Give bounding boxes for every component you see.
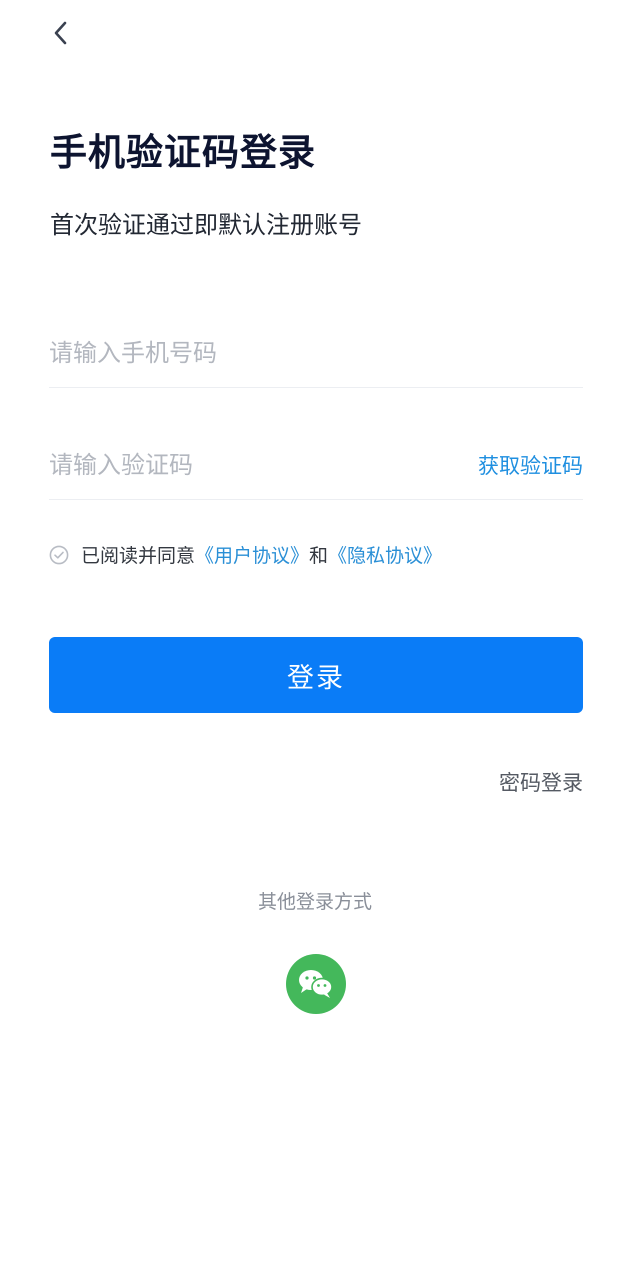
agreement-prefix: 已阅读并同意 xyxy=(81,545,196,567)
code-field: 获取验证码 xyxy=(49,430,583,500)
back-button[interactable] xyxy=(44,16,76,50)
get-code-button[interactable]: 获取验证码 xyxy=(478,450,583,480)
privacy-policy-link[interactable]: 《隐私协议》 xyxy=(328,541,442,568)
phone-input[interactable] xyxy=(49,332,583,373)
agreement-conjunction: 和 xyxy=(309,545,329,567)
page-title: 手机验证码登录 xyxy=(50,131,316,174)
page-subtitle: 首次验证通过即默认注册账号 xyxy=(50,211,362,239)
check-circle-icon[interactable] xyxy=(49,545,69,565)
code-input[interactable] xyxy=(49,444,478,485)
user-agreement-link[interactable]: 《用户协议》 xyxy=(195,541,309,568)
agreement-row: 已阅读并同意 《用户协议》 和 《隐私协议》 xyxy=(49,541,442,568)
password-login-link[interactable]: 密码登录 xyxy=(499,767,583,797)
login-screen: 手机验证码登录 首次验证通过即默认注册账号 获取验证码 已阅读并同意 《用户协议… xyxy=(0,0,630,1280)
wechat-login-button[interactable] xyxy=(286,954,346,1014)
phone-field xyxy=(49,318,583,388)
other-login-label: 其他登录方式 xyxy=(257,891,372,913)
wechat-icon xyxy=(299,970,333,998)
chevron-left-icon xyxy=(54,21,67,45)
login-button[interactable]: 登录 xyxy=(49,637,583,713)
